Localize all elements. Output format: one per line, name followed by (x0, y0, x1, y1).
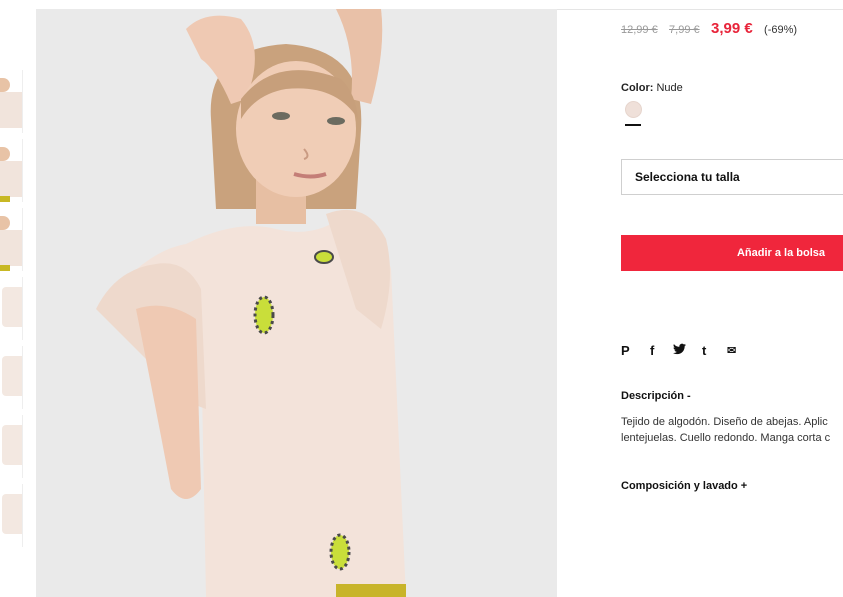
price-block: 12,99 € 7,99 € 3,99 € (-69%) (621, 20, 797, 37)
tumblr-icon[interactable]: t (702, 343, 706, 359)
previous-price: 7,99 € (669, 24, 700, 36)
size-select[interactable]: Selecciona tu talla (621, 159, 843, 195)
top-divider (557, 9, 843, 10)
product-photo (36, 9, 557, 597)
description-line-1: Tejido de algodón. Diseño de abejas. Apl… (621, 416, 828, 428)
thumbnail-1[interactable] (0, 70, 23, 133)
product-main-image[interactable] (36, 9, 557, 597)
description-toggle[interactable]: Descripción - (621, 390, 691, 402)
thumbnail-2[interactable] (0, 139, 23, 202)
twitter-icon[interactable] (673, 343, 686, 359)
color-label: Color: Nude (621, 82, 683, 94)
pinterest-icon[interactable]: P (621, 343, 630, 359)
discount-badge: (-69%) (764, 24, 798, 36)
facebook-icon[interactable]: f (650, 343, 654, 359)
color-swatch-nude[interactable] (625, 101, 642, 118)
description-line-2: lentejuelas. Cuello redondo. Manga corta… (621, 432, 831, 444)
selected-swatch-indicator (625, 124, 641, 126)
description-text: Tejido de algodón. Diseño de abejas. Apl… (621, 414, 843, 446)
color-value: Nude (656, 82, 683, 94)
thumbnail-6[interactable] (0, 415, 23, 478)
current-price: 3,99 € (710, 20, 753, 37)
thumbnail-4[interactable] (0, 277, 23, 340)
color-heading: Color: (621, 82, 654, 94)
thumbnail-7[interactable] (0, 484, 23, 547)
email-icon[interactable]: ✉ (727, 343, 736, 359)
thumbnail-3[interactable] (0, 208, 23, 271)
thumbnail-5[interactable] (0, 346, 23, 409)
original-price: 12,99 € (621, 24, 658, 36)
composition-toggle[interactable]: Composición y lavado + (621, 480, 747, 492)
add-to-bag-button[interactable]: Añadir a la bolsa (621, 235, 843, 271)
